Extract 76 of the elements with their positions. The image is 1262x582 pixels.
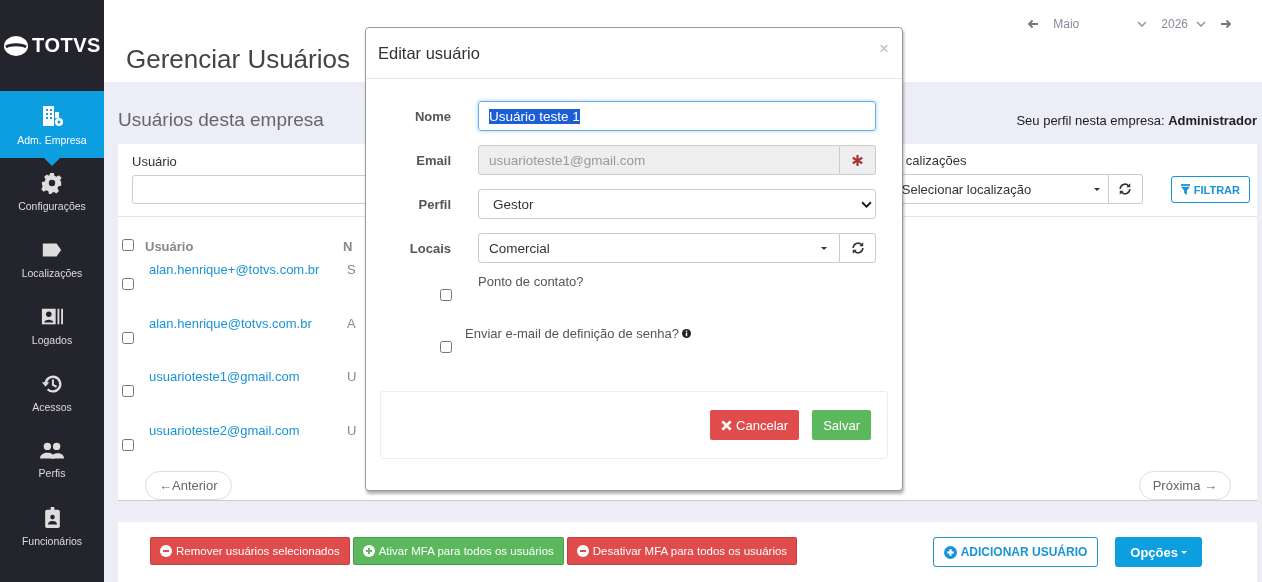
section-title: Usuários desta empresa — [118, 109, 324, 131]
add-user-button[interactable]: ADICIONAR USUÁRIO — [932, 537, 1099, 567]
column-header: Usuário — [145, 239, 195, 255]
settings-icon — [41, 171, 63, 194]
row-checkbox[interactable] — [122, 385, 134, 398]
table-cell: U — [347, 369, 357, 385]
filter-button[interactable]: FILTRAR — [1170, 176, 1250, 204]
row-checkbox[interactable] — [122, 438, 134, 451]
caret-icon — [1093, 187, 1100, 191]
cancel-button[interactable]: Cancelar — [710, 410, 800, 440]
sidebar-item[interactable]: Logados — [0, 292, 104, 359]
arrow-left-icon[interactable] — [1027, 19, 1040, 29]
table-cell: A — [347, 315, 356, 331]
minus-circle-icon — [160, 545, 172, 557]
checkbox-label: Enviar e-mail de definição de senha? — [465, 326, 691, 341]
refresh-icon — [850, 241, 865, 255]
caret-icon — [821, 246, 827, 250]
filter-icon — [1180, 184, 1190, 196]
month-select[interactable]: Maio — [1053, 17, 1148, 31]
refresh-button[interactable] — [840, 233, 876, 263]
logo-text: TOTVS — [32, 34, 101, 57]
select-all-checkbox[interactable] — [122, 239, 134, 252]
field-label: Nome — [413, 108, 451, 124]
caret-icon — [1181, 550, 1187, 554]
field-label: Locais — [408, 240, 451, 256]
sidebar-item[interactable]: Funcionários — [0, 493, 104, 560]
dialog-title: Editar usuário — [378, 43, 480, 63]
sidebar-item[interactable]: Configurações — [0, 158, 104, 225]
field-label: Email — [415, 152, 451, 168]
profile-select[interactable]: Gestor — [478, 189, 876, 219]
checkbox[interactable] — [440, 289, 452, 301]
year-select[interactable]: 2026 — [1161, 17, 1206, 31]
close-button[interactable]: × — [879, 39, 889, 59]
sidebar-item[interactable]: Localizações — [0, 225, 104, 292]
checkbox[interactable] — [440, 341, 452, 353]
chevron-down-icon — [1196, 21, 1206, 27]
page-title: Gerenciar Usuários — [126, 44, 350, 75]
field-label: calizações — [904, 153, 968, 169]
arrow-right-icon[interactable] — [1220, 19, 1232, 29]
user-email-link[interactable]: alan.henrique@totvs.com.br — [149, 315, 347, 331]
sidebar-item[interactable]: Perfis — [0, 426, 104, 493]
chevron-down-icon — [1137, 21, 1148, 27]
close-icon — [721, 419, 733, 431]
user-email-link[interactable]: usuarioteste2@gmail.com — [149, 422, 347, 438]
table-cell: S — [347, 262, 356, 278]
info-icon — [681, 329, 691, 338]
action-button[interactable]: Ativar MFA para todos os usuários — [352, 537, 564, 565]
refresh-icon — [1118, 182, 1133, 197]
action-button[interactable]: Remover usuários selecionados — [150, 537, 350, 565]
refresh-button[interactable] — [1108, 174, 1143, 205]
sidebar-item[interactable]: Acessos — [0, 359, 104, 426]
column-header: N — [343, 239, 353, 255]
options-button[interactable]: Opções — [1115, 537, 1202, 567]
users-icon — [40, 440, 64, 461]
row-checkbox[interactable] — [122, 278, 134, 291]
profile-note: Seu perfil nesta empresa: Administrador — [1016, 112, 1257, 128]
name-field[interactable]: Usuário teste 1 — [478, 101, 876, 131]
action-button[interactable]: Desativar MFA para todos os usuários — [566, 537, 798, 565]
field-label: Perfil — [417, 196, 451, 212]
asterisk-icon — [852, 154, 863, 166]
user-email-link[interactable]: usuarioteste1@gmail.com — [149, 369, 347, 385]
minus-circle-icon — [576, 545, 589, 557]
checkbox-label: Ponto de contato? — [478, 274, 584, 289]
locations-select[interactable]: Comercial — [478, 233, 840, 263]
next-button[interactable]: Próxima → — [1138, 471, 1231, 500]
building-gear-icon — [40, 103, 64, 128]
user-email-link[interactable]: alan.henrique+@totvs.com.br — [149, 262, 347, 278]
chevron-down-icon — [861, 200, 872, 208]
badge-icon — [43, 506, 61, 529]
logo-icon — [3, 34, 30, 57]
row-checkbox[interactable] — [122, 331, 134, 344]
plus-circle-icon — [362, 545, 375, 557]
save-button[interactable]: Salvar — [812, 410, 871, 440]
previous-button[interactable]: ←Anterior — [145, 471, 232, 500]
plus-circle-icon — [943, 545, 957, 559]
table-cell: U — [347, 422, 357, 438]
